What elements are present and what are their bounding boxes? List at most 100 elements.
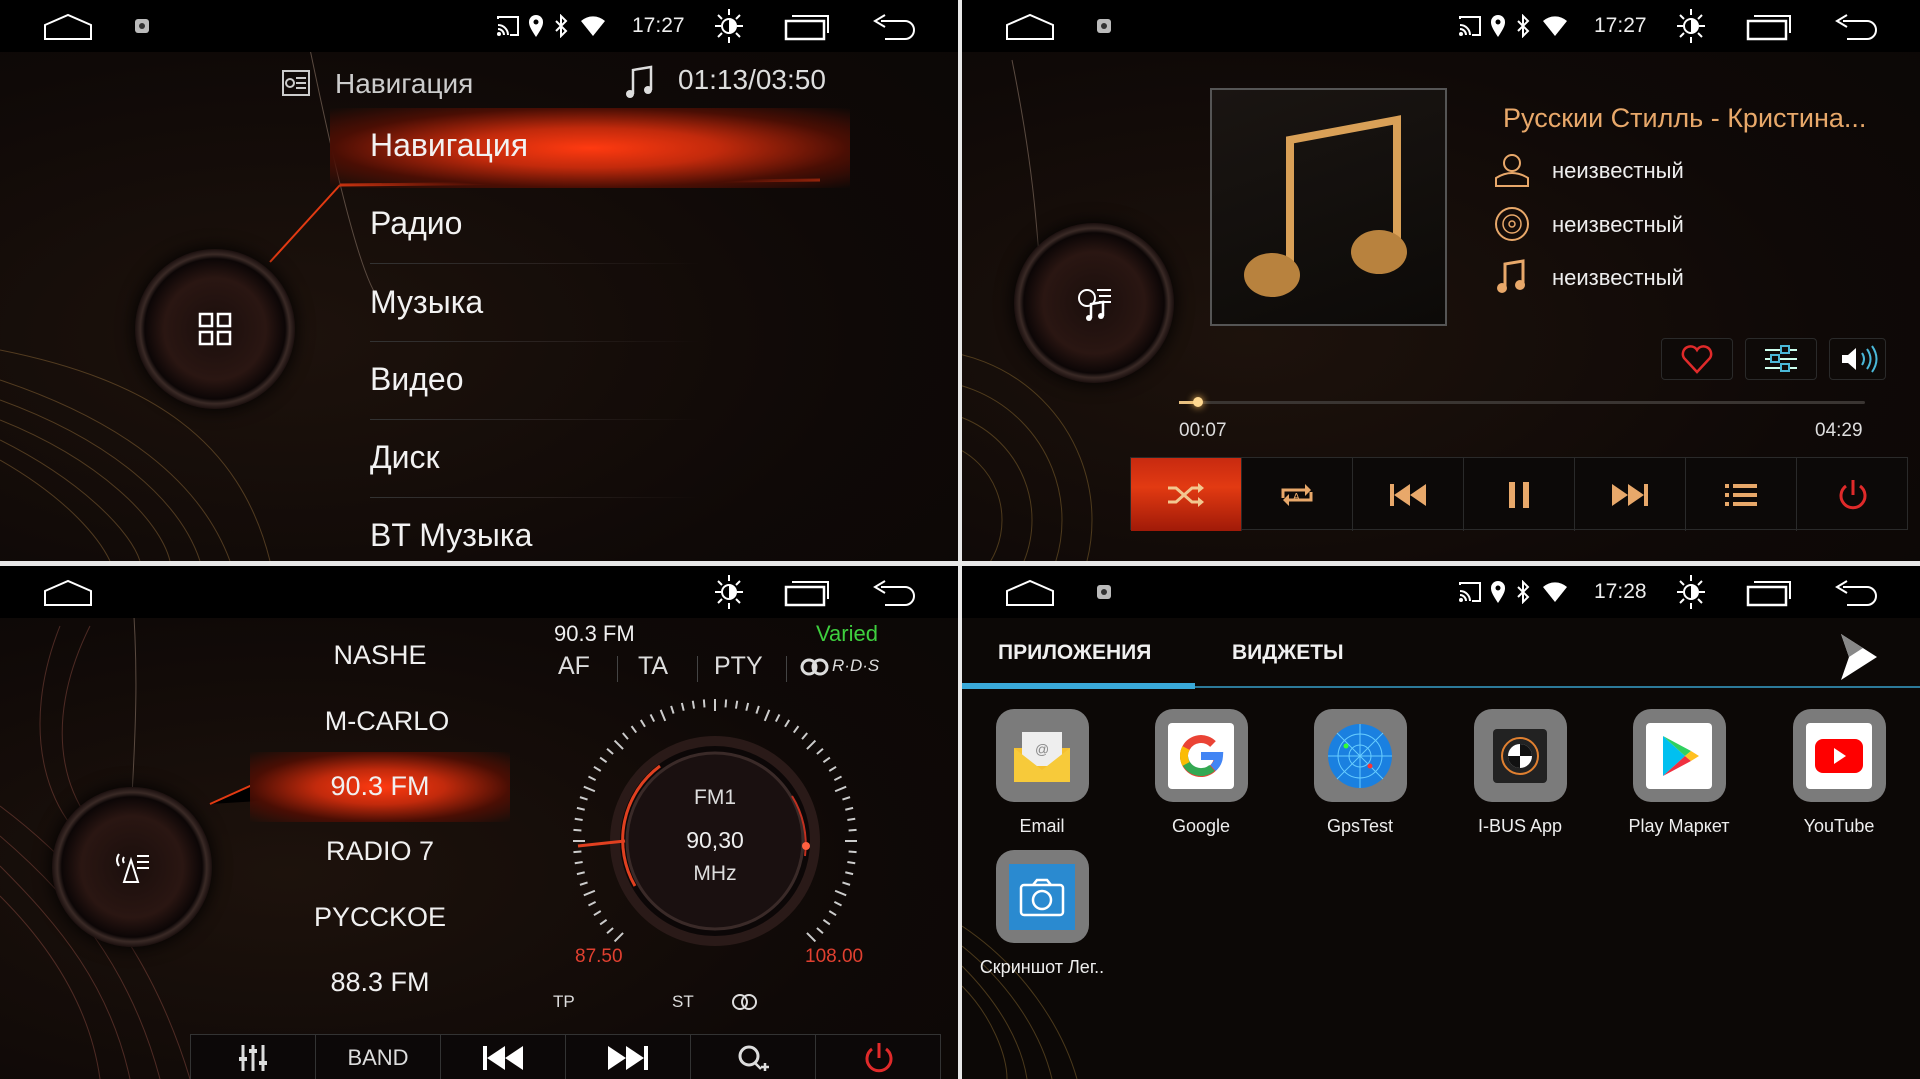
bluetooth-icon xyxy=(555,14,568,38)
menu-item-video[interactable]: Видео xyxy=(370,361,463,398)
track-title: Русскии Стилль - Кристина... xyxy=(1503,103,1867,133)
app-ibus[interactable]: I-BUS App xyxy=(1440,709,1600,837)
seek-forward-button[interactable] xyxy=(566,1035,691,1079)
playback-controls: A xyxy=(1130,457,1908,531)
recent-apps-icon[interactable] xyxy=(784,13,832,41)
frequency-value: 90,30 xyxy=(686,827,744,853)
shuffle-button[interactable] xyxy=(1131,458,1242,531)
dial-tick xyxy=(828,765,837,772)
radio-source-knob-button[interactable] xyxy=(52,787,212,947)
band-button[interactable]: BAND xyxy=(316,1035,441,1079)
pause-button[interactable] xyxy=(1464,458,1575,531)
skip-previous-icon xyxy=(1390,483,1426,506)
radio-controls: BAND xyxy=(190,1034,941,1079)
seek-back-button[interactable] xyxy=(441,1035,566,1079)
apps-knob-button[interactable] xyxy=(135,249,295,409)
radio-settings-button[interactable] xyxy=(191,1035,316,1079)
dial-tick xyxy=(833,775,842,782)
range-min: 87.50 xyxy=(575,946,623,967)
back-icon[interactable] xyxy=(871,579,917,609)
list-icon xyxy=(1725,483,1757,506)
dial-tick xyxy=(613,739,624,750)
home-icon[interactable] xyxy=(43,579,93,607)
app-screenshot[interactable]: Скриншот Лег.. xyxy=(962,850,1122,978)
tab-apps[interactable]: ПРИЛОЖЕНИЯ xyxy=(998,641,1151,665)
app-google[interactable]: Google xyxy=(1121,709,1281,837)
brightness-icon[interactable] xyxy=(1674,8,1708,44)
home-icon[interactable] xyxy=(1005,13,1055,41)
station-preset[interactable]: 88.3 FM xyxy=(230,967,530,998)
dial-tick xyxy=(574,860,583,865)
seek-thumb[interactable] xyxy=(1193,397,1203,407)
back-icon[interactable] xyxy=(871,13,917,43)
dial-tick xyxy=(599,756,608,764)
music-source-knob-button[interactable] xyxy=(1014,223,1174,383)
back-icon[interactable] xyxy=(1833,579,1879,609)
af-toggle[interactable]: AF xyxy=(558,652,590,681)
brightness-icon[interactable] xyxy=(712,8,746,44)
app-youtube[interactable]: YouTube xyxy=(1759,709,1919,837)
pty-value: Varied xyxy=(816,621,878,646)
recent-apps-icon[interactable] xyxy=(1746,579,1794,607)
seek-bar[interactable] xyxy=(1179,397,1865,407)
dial-tick xyxy=(763,709,771,722)
dial-tick xyxy=(649,714,656,723)
artist-icon xyxy=(1495,154,1529,187)
station-preset-selected[interactable]: 90.3 FM xyxy=(230,771,530,802)
divider xyxy=(370,263,700,264)
app-email[interactable]: @ Email xyxy=(962,709,1122,837)
dial-tick xyxy=(613,932,624,943)
status-time: 17:28 xyxy=(1594,580,1647,603)
divider xyxy=(617,656,618,682)
equalizer-button[interactable] xyxy=(1745,338,1817,380)
app-play-market[interactable]: Play Маркет xyxy=(1599,709,1759,837)
menu-item-disc[interactable]: Диск xyxy=(370,439,440,476)
next-button[interactable] xyxy=(1575,458,1686,531)
artist-name: неизвестный xyxy=(1552,158,1684,183)
power-button[interactable] xyxy=(1797,458,1908,531)
back-icon[interactable] xyxy=(1833,13,1879,43)
search-add-button[interactable] xyxy=(691,1035,816,1079)
rds-station-name: 90.3 FM xyxy=(554,621,635,646)
previous-button[interactable] xyxy=(1353,458,1464,531)
menu-item-radio[interactable]: Радио xyxy=(370,205,462,242)
frequency-unit: MHz xyxy=(693,862,737,885)
recent-apps-icon[interactable] xyxy=(1746,13,1794,41)
menu-item-music[interactable]: Музыка xyxy=(370,284,483,321)
divider xyxy=(697,656,698,682)
screenshot-icon xyxy=(135,19,149,33)
album-name: неизвестный xyxy=(1552,212,1684,237)
dial-tick xyxy=(680,702,685,711)
tab-widgets[interactable]: ВИДЖЕТЫ xyxy=(1232,641,1344,665)
shuffle-icon xyxy=(1168,482,1204,507)
station-preset[interactable]: M-CARLO xyxy=(237,706,537,737)
rds-logo-text: R·D·S xyxy=(832,656,880,675)
store-logo-icon[interactable] xyxy=(1837,630,1887,684)
playlist-button[interactable] xyxy=(1686,458,1797,531)
brightness-icon[interactable] xyxy=(712,574,746,610)
dial-tick xyxy=(702,699,706,708)
ta-toggle[interactable]: TA xyxy=(638,652,668,681)
favorite-button[interactable] xyxy=(1661,338,1733,380)
status-bar: 17:28 xyxy=(962,566,1920,618)
home-icon[interactable] xyxy=(1005,579,1055,607)
volume-button[interactable] xyxy=(1829,338,1886,380)
station-preset[interactable]: NASHE xyxy=(230,640,530,671)
recent-apps-icon[interactable] xyxy=(784,579,832,607)
station-preset[interactable]: PYCCKOE xyxy=(230,902,530,933)
menu-item-bt-music[interactable]: BT Музыка xyxy=(370,517,532,554)
pty-toggle[interactable]: PTY xyxy=(714,652,763,681)
play-store-icon xyxy=(1663,735,1699,776)
status-bar: 17:27 xyxy=(0,0,958,52)
radio-power-button[interactable] xyxy=(816,1035,941,1079)
radio-antenna-icon xyxy=(116,853,149,883)
station-preset[interactable]: RADIO 7 xyxy=(230,836,530,867)
menu-item-navigation[interactable]: Навигация xyxy=(370,127,528,164)
google-icon xyxy=(1180,734,1224,777)
home-icon[interactable] xyxy=(43,13,93,41)
brightness-icon[interactable] xyxy=(1674,574,1708,610)
app-gpstest[interactable]: GpsTest xyxy=(1280,709,1440,837)
repeat-button[interactable]: A xyxy=(1242,458,1353,531)
dial-tick xyxy=(659,709,667,722)
screenshot-icon xyxy=(1097,585,1111,599)
